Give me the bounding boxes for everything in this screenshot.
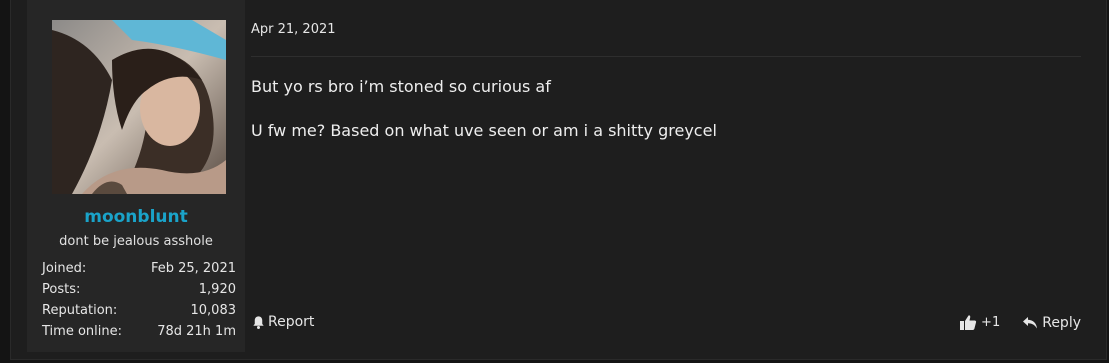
- stat-value: 78d 21h 1m: [157, 324, 236, 339]
- reply-arrow-icon: [1022, 316, 1038, 330]
- stat-label: Reputation:: [42, 303, 118, 318]
- like-button[interactable]: +1: [959, 314, 1000, 331]
- like-count: +1: [981, 315, 1001, 330]
- user-title: dont be jealous asshole: [59, 234, 213, 249]
- username[interactable]: moonblunt: [27, 207, 245, 227]
- stat-row-joined: Joined: Feb 25, 2021: [42, 258, 236, 279]
- report-label: Report: [268, 314, 315, 330]
- divider: [251, 56, 1081, 57]
- message-paragraph: But yo rs bro i’m stoned so curious af: [251, 77, 551, 96]
- reply-button[interactable]: Reply: [1022, 315, 1081, 331]
- post-date[interactable]: Apr 21, 2021: [251, 22, 336, 37]
- thumbs-up-icon: [959, 314, 977, 331]
- stat-label: Time online:: [42, 324, 122, 339]
- stat-row-reputation: Reputation: 10,083: [42, 300, 236, 321]
- stat-row-posts: Posts: 1,920: [42, 279, 236, 300]
- post-content: Apr 21, 2021 But yo rs bro i’m stoned so…: [251, 0, 1081, 352]
- forum-post: moonblunt dont be jealous asshole Joined…: [10, 0, 1107, 360]
- stat-value: 1,920: [198, 282, 236, 297]
- stat-row-time-online: Time online: 78d 21h 1m: [42, 321, 236, 342]
- avatar[interactable]: [52, 20, 226, 194]
- user-info-panel: moonblunt dont be jealous asshole Joined…: [27, 0, 245, 352]
- stat-label: Posts:: [42, 282, 81, 297]
- stat-label: Joined:: [42, 261, 87, 276]
- post-actions: +1 Reply: [959, 314, 1081, 331]
- report-button[interactable]: Report: [251, 314, 314, 330]
- post-message: But yo rs bro i’m stoned so curious af U…: [251, 74, 717, 162]
- user-stats: Joined: Feb 25, 2021 Posts: 1,920 Reputa…: [42, 258, 236, 342]
- stat-value: Feb 25, 2021: [150, 261, 236, 276]
- message-paragraph: U fw me? Based on what uve seen or am i …: [251, 121, 717, 140]
- bell-icon: [251, 315, 266, 330]
- stat-value: 10,083: [190, 303, 237, 318]
- avatar-image: [52, 20, 226, 194]
- reply-label: Reply: [1042, 314, 1081, 331]
